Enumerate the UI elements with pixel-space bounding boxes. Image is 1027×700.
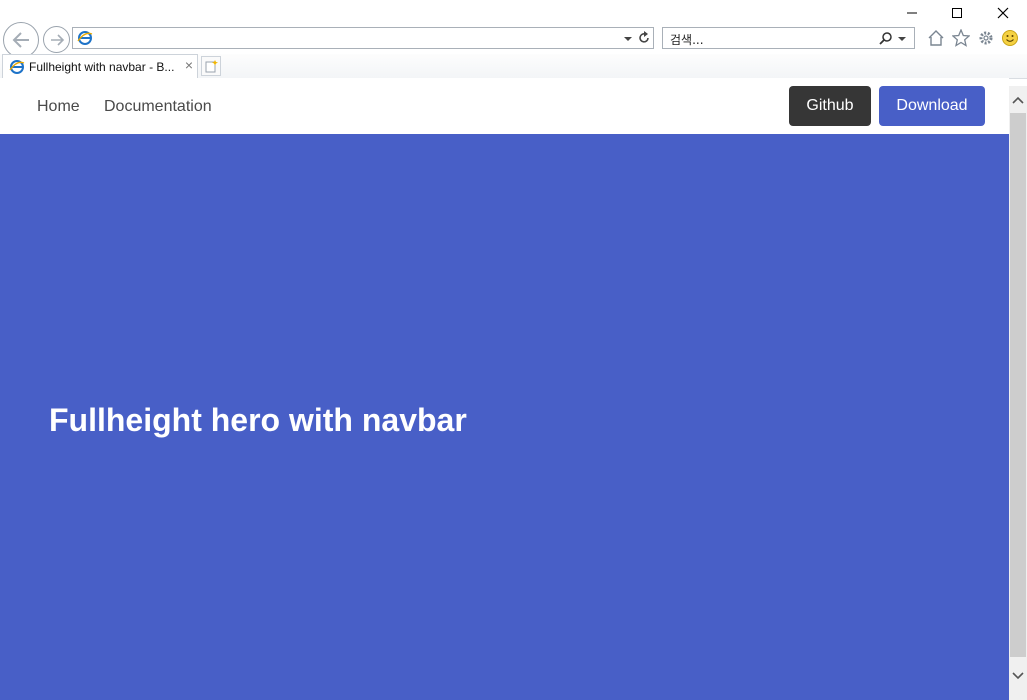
gear-icon: [979, 31, 993, 45]
address-row: 검색...: [0, 22, 1027, 58]
scroll-up-icon: [1012, 96, 1024, 104]
dropdown-icon[interactable]: [623, 34, 633, 44]
download-button[interactable]: Download: [879, 86, 985, 126]
favorites-star-icon: [952, 29, 970, 47]
browser-tab[interactable]: Fullheight with navbar - B... ×: [2, 54, 198, 78]
search-icon[interactable]: [879, 31, 893, 45]
close-icon: [997, 7, 1009, 19]
home-button[interactable]: [926, 28, 946, 48]
back-icon: [12, 32, 29, 48]
tab-title: Fullheight with navbar - B...: [29, 60, 175, 74]
feedback-button[interactable]: [1000, 28, 1020, 48]
search-dropdown-icon[interactable]: [897, 34, 907, 44]
ie-page-icon: [77, 31, 93, 45]
minimize-button[interactable]: [892, 2, 932, 24]
page-viewport: Home Documentation Github Download Fullh…: [0, 78, 1009, 700]
vertical-scrollbar[interactable]: [1009, 86, 1027, 700]
address-bar[interactable]: [72, 27, 654, 49]
maximize-button[interactable]: [937, 2, 977, 24]
smiley-icon: [1002, 30, 1018, 46]
minimize-icon: [907, 12, 917, 14]
ie-tab-icon: [9, 60, 25, 74]
new-tab-button[interactable]: [201, 56, 221, 76]
search-placeholder: 검색...: [670, 33, 704, 47]
github-button[interactable]: Github: [789, 86, 871, 126]
hero-section: Fullheight hero with navbar: [0, 134, 1009, 700]
scroll-down-icon: [1012, 672, 1024, 680]
tab-strip: Fullheight with navbar - B... ×: [0, 54, 1027, 79]
tools-button[interactable]: [976, 28, 996, 48]
site-navbar: Home Documentation Github Download: [0, 78, 1009, 134]
forward-button[interactable]: [43, 26, 70, 53]
nav-link-home[interactable]: Home: [37, 98, 80, 116]
scroll-up-button[interactable]: [1009, 90, 1027, 110]
scrollbar-thumb[interactable]: [1010, 113, 1026, 657]
home-icon: [928, 30, 944, 46]
tab-close-button[interactable]: ×: [185, 57, 193, 73]
hero-title: Fullheight hero with navbar: [49, 402, 467, 438]
back-button[interactable]: [3, 22, 39, 58]
new-tab-icon: [205, 60, 218, 73]
refresh-icon[interactable]: [637, 31, 651, 45]
scroll-down-button[interactable]: [1009, 666, 1027, 686]
window-title-bar: [0, 0, 1027, 24]
favorites-button[interactable]: [951, 28, 971, 48]
forward-icon: [50, 33, 64, 46]
maximize-icon: [952, 8, 962, 18]
search-box[interactable]: 검색...: [662, 27, 915, 49]
close-window-button[interactable]: [983, 2, 1023, 24]
nav-link-documentation[interactable]: Documentation: [104, 98, 212, 116]
